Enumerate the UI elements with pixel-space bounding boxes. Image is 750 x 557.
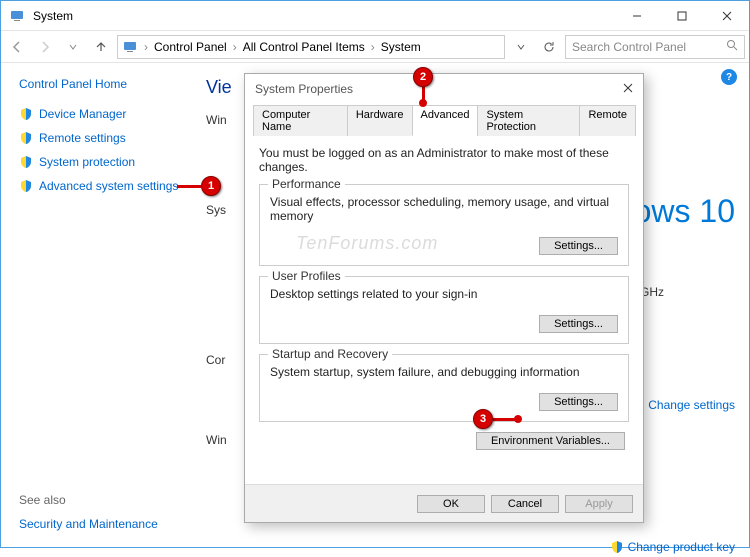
window-controls: [614, 1, 749, 31]
ok-button[interactable]: OK: [417, 495, 485, 513]
link-label: Change settings: [648, 398, 735, 412]
control-panel-home-link[interactable]: Control Panel Home: [19, 77, 196, 91]
dialog-footer: OK Cancel Apply: [245, 484, 643, 522]
window-titlebar: System: [1, 1, 749, 31]
startup-recovery-settings-button[interactable]: Settings...: [539, 393, 618, 411]
up-button[interactable]: [89, 35, 113, 59]
dialog-titlebar: System Properties: [245, 74, 643, 104]
performance-group: Performance Visual effects, processor sc…: [259, 184, 629, 266]
environment-variables-button[interactable]: Environment Variables...: [476, 432, 625, 450]
dialog-close-button[interactable]: [623, 82, 633, 96]
sidebar-item-advanced-system-settings[interactable]: Advanced system settings: [19, 179, 196, 193]
admin-notice: You must be logged on as an Administrato…: [259, 146, 629, 174]
sidebar-item-remote-settings[interactable]: Remote settings: [19, 131, 196, 145]
forward-button[interactable]: [33, 35, 57, 59]
annotation-connector-dot: [514, 415, 522, 423]
close-button[interactable]: [704, 1, 749, 31]
user-profiles-settings-button[interactable]: Settings...: [539, 315, 618, 333]
cancel-button[interactable]: Cancel: [491, 495, 559, 513]
recent-locations-button[interactable]: [61, 35, 85, 59]
link-label: Change product key: [628, 540, 735, 554]
sidebar-item-label: Remote settings: [39, 131, 126, 145]
sidebar-item-label: Device Manager: [39, 107, 126, 121]
tab-system-protection[interactable]: System Protection: [477, 105, 580, 136]
dialog-tabs: Computer Name Hardware Advanced System P…: [253, 104, 635, 136]
tab-computer-name[interactable]: Computer Name: [253, 105, 348, 136]
search-placeholder: Search Control Panel: [572, 40, 686, 54]
minimize-button[interactable]: [614, 1, 659, 31]
see-also-heading: See also: [19, 493, 158, 507]
change-product-key-link[interactable]: Change product key: [610, 540, 735, 554]
performance-settings-button[interactable]: Settings...: [539, 237, 618, 255]
see-also: See also Security and Maintenance: [19, 493, 158, 531]
system-properties-dialog: System Properties Computer Name Hardware…: [244, 73, 644, 523]
system-icon: [9, 8, 25, 24]
chevron-right-icon: ›: [229, 40, 241, 54]
apply-button[interactable]: Apply: [565, 495, 633, 513]
breadcrumb-item[interactable]: All Control Panel Items: [243, 40, 365, 54]
sidebar: Control Panel Home Device Manager Remote…: [1, 63, 206, 547]
text-fragment: Cor: [206, 353, 225, 367]
text-fragment: Sys: [206, 203, 226, 217]
chevron-right-icon: ›: [367, 40, 379, 54]
group-title: Performance: [268, 177, 345, 191]
search-icon: [726, 39, 738, 54]
annotation-badge-2: 2: [413, 67, 433, 87]
chevron-right-icon: ›: [140, 40, 152, 54]
text-fragment: Win: [206, 433, 227, 447]
search-input[interactable]: Search Control Panel: [565, 35, 745, 59]
group-title: User Profiles: [268, 269, 345, 283]
address-dropdown-button[interactable]: [509, 35, 533, 59]
annotation-connector-dot: [419, 99, 427, 107]
tab-hardware[interactable]: Hardware: [347, 105, 413, 136]
shield-icon: [19, 155, 33, 169]
shield-icon: [610, 540, 624, 554]
monitor-icon: [122, 39, 138, 55]
shield-icon: [19, 131, 33, 145]
sidebar-item-label: Advanced system settings: [39, 179, 178, 193]
annotation-badge-3: 3: [473, 409, 493, 429]
security-maintenance-link[interactable]: Security and Maintenance: [19, 517, 158, 531]
change-settings-link[interactable]: Change settings: [630, 398, 735, 412]
text-fragment: Win: [206, 113, 227, 127]
dialog-title: System Properties: [255, 82, 353, 96]
shield-icon: [19, 179, 33, 193]
breadcrumb[interactable]: › Control Panel › All Control Panel Item…: [117, 35, 505, 59]
refresh-button[interactable]: [537, 35, 561, 59]
group-description: Desktop settings related to your sign-in: [270, 287, 618, 301]
annotation-connector: [177, 185, 201, 188]
tab-advanced[interactable]: Advanced: [412, 105, 479, 136]
breadcrumb-item[interactable]: System: [381, 40, 421, 54]
breadcrumb-item[interactable]: Control Panel: [154, 40, 227, 54]
annotation-badge-1: 1: [201, 176, 221, 196]
group-description: Visual effects, processor scheduling, me…: [270, 195, 618, 223]
heading-fragment: Vie: [206, 77, 232, 98]
dialog-body: You must be logged on as an Administrato…: [245, 136, 643, 460]
shield-icon: [19, 107, 33, 121]
maximize-button[interactable]: [659, 1, 704, 31]
window-title: System: [33, 9, 614, 23]
sidebar-item-system-protection[interactable]: System protection: [19, 155, 196, 169]
back-button[interactable]: [5, 35, 29, 59]
sidebar-item-label: System protection: [39, 155, 135, 169]
tab-remote[interactable]: Remote: [579, 105, 636, 136]
group-description: System startup, system failure, and debu…: [270, 365, 618, 379]
group-title: Startup and Recovery: [268, 347, 392, 361]
address-toolbar: › Control Panel › All Control Panel Item…: [1, 31, 749, 63]
user-profiles-group: User Profiles Desktop settings related t…: [259, 276, 629, 344]
startup-recovery-group: Startup and Recovery System startup, sys…: [259, 354, 629, 422]
sidebar-item-device-manager[interactable]: Device Manager: [19, 107, 196, 121]
